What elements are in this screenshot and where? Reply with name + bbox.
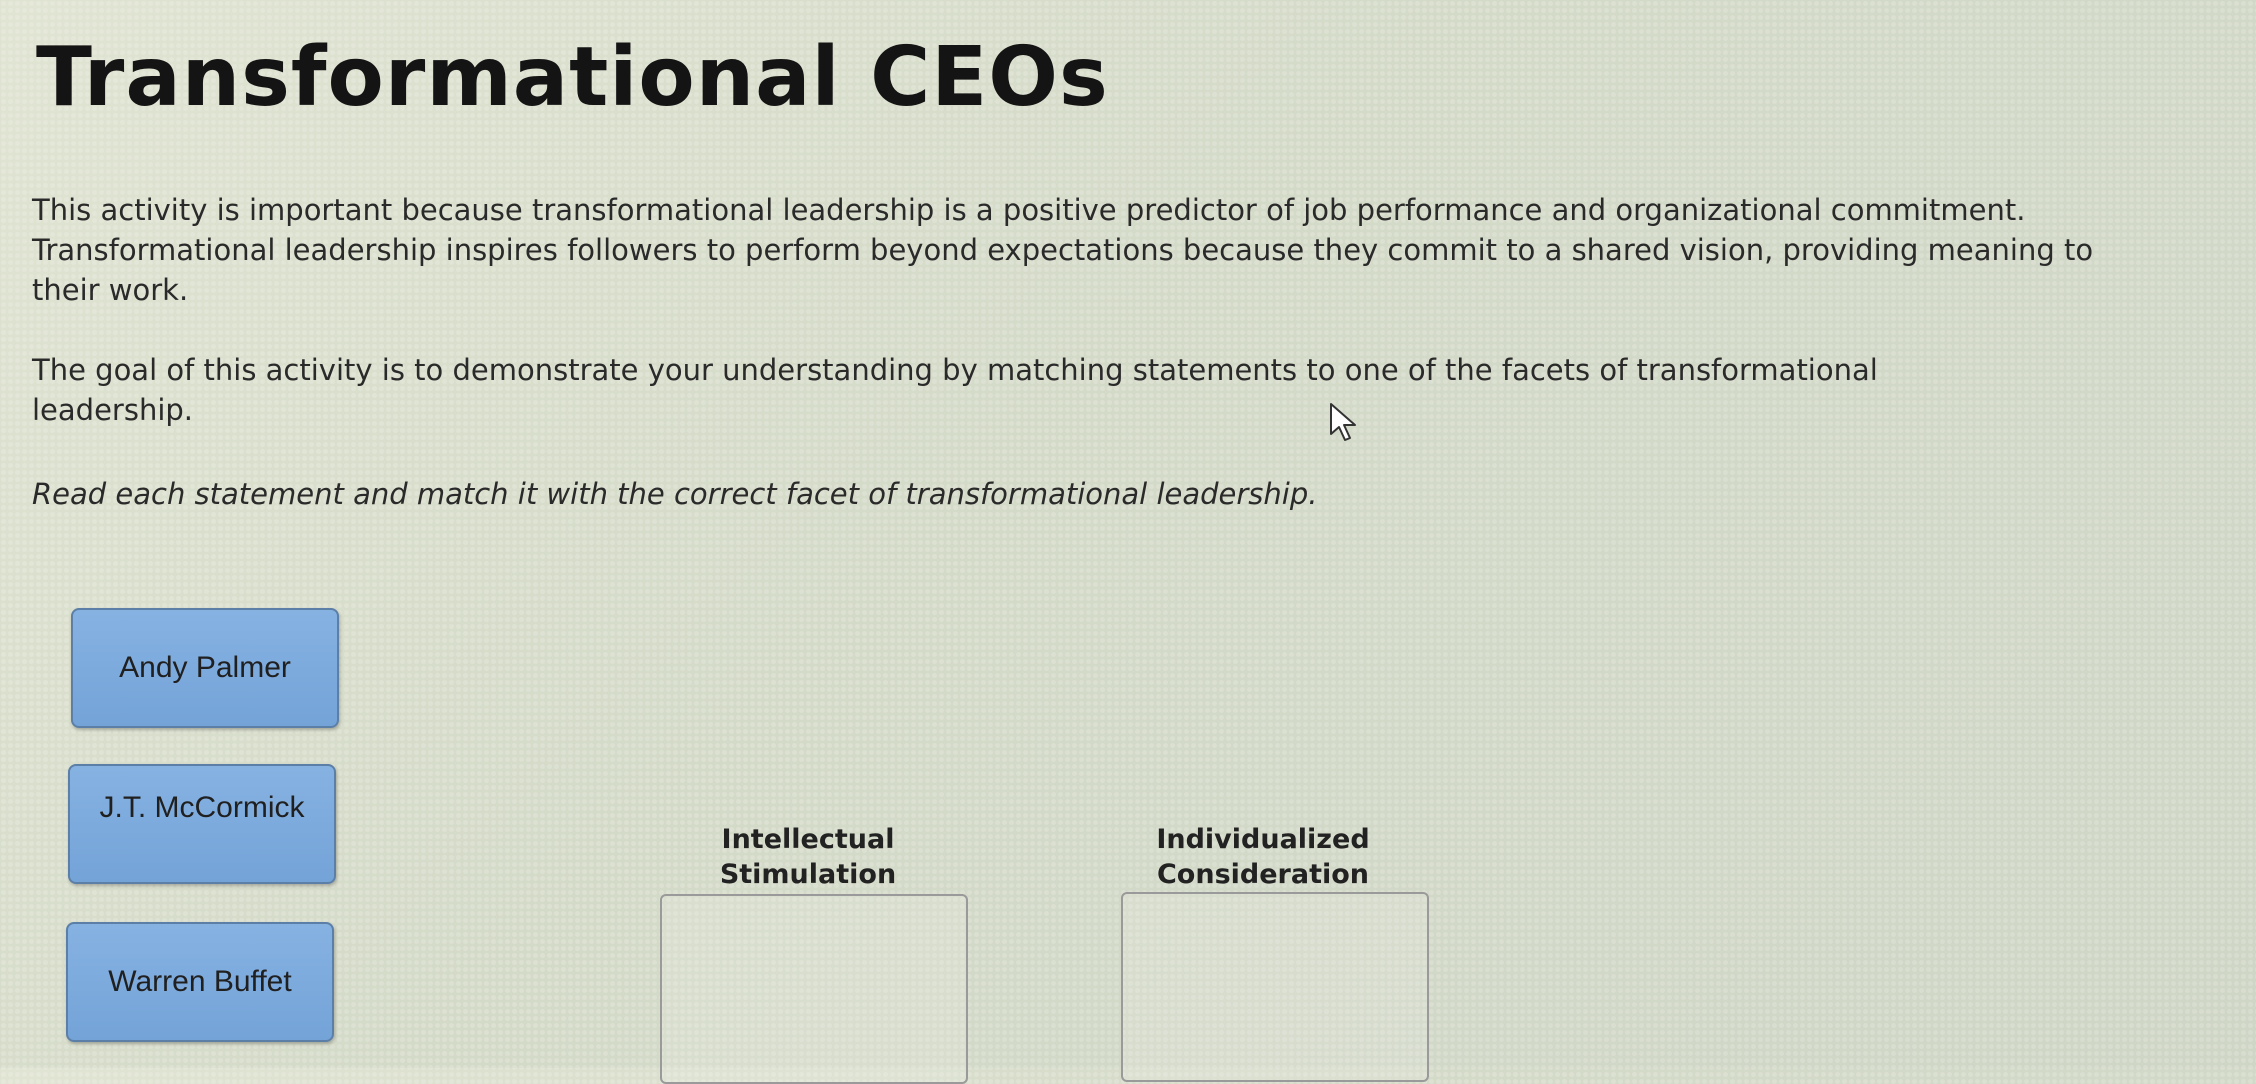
- choice-label: Andy Palmer: [119, 651, 291, 684]
- target-label-intellectual-stimulation: Intellectual Stimulation: [719, 824, 897, 890]
- instruction-paragraph: Read each statement and match it with th…: [32, 477, 1318, 511]
- goal-paragraph: The goal of this activity is to demonstr…: [32, 353, 1878, 427]
- page-title: Transformational CEOs: [36, 30, 1109, 125]
- choice-label: Warren Buffet: [108, 965, 292, 998]
- mouse-pointer-icon: [1330, 403, 1356, 441]
- drop-zone-individualized-consideration[interactable]: [1121, 892, 1429, 1082]
- choice-label: J.T. McCormick: [99, 791, 305, 824]
- target-label-individualized-consideration: Individualized Consideration: [1156, 824, 1370, 890]
- draggable-choice-warren-buffet[interactable]: Warren Buffet: [66, 922, 334, 1042]
- draggable-choice-andy-palmer[interactable]: Andy Palmer: [71, 608, 339, 728]
- draggable-choice-jt-mccormick[interactable]: J.T. McCormick: [68, 764, 336, 884]
- drop-zone-intellectual-stimulation[interactable]: [660, 894, 968, 1084]
- intro-paragraph: This activity is important because trans…: [32, 193, 2094, 307]
